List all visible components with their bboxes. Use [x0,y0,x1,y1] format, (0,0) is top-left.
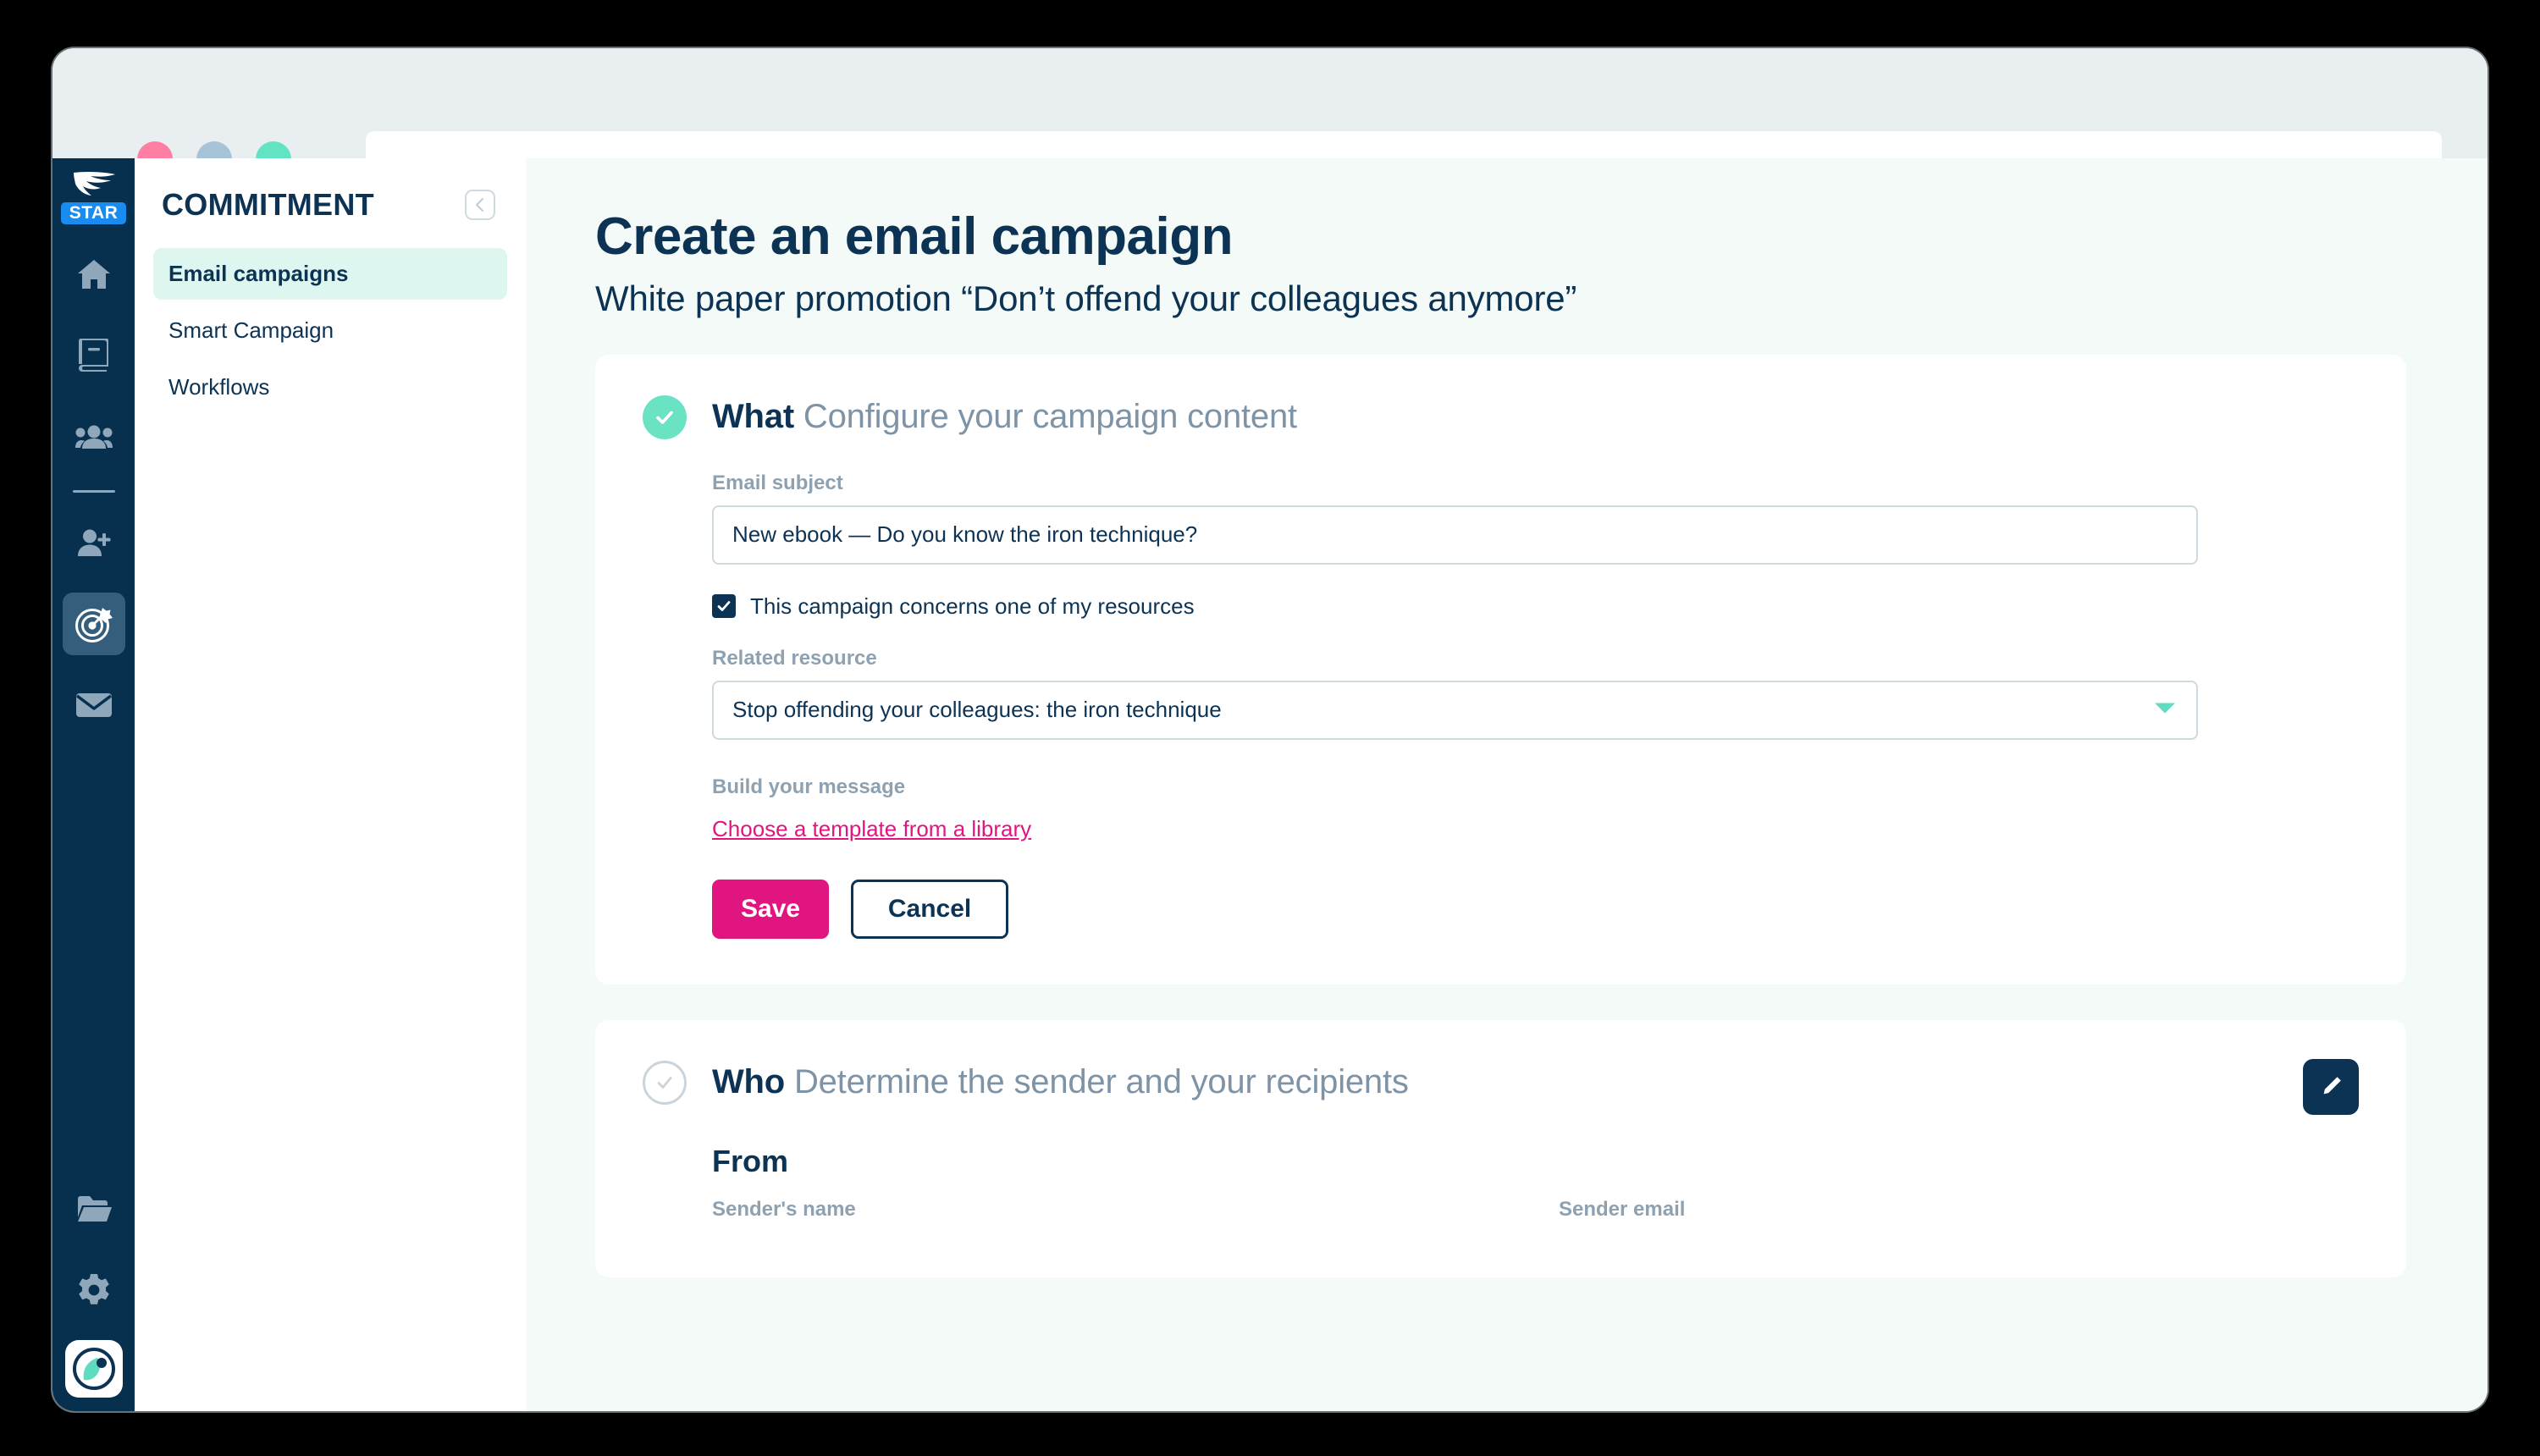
sidebar-item-email-campaigns[interactable]: Email campaigns [153,248,507,300]
gear-icon [78,1274,109,1304]
rail-item-contacts[interactable] [63,405,125,468]
who-card-header: Who Determine the sender and your recipi… [643,1060,2359,1105]
rail-item-files[interactable] [63,1177,125,1240]
check-icon [656,411,673,424]
rail-item-add-contact[interactable] [63,511,125,574]
what-step-description: Configure your campaign content [803,398,1297,436]
app-body: STAR COMMITMENT Email campaigns Smart Ca… [52,158,2488,1411]
resource-checkbox[interactable] [712,594,736,619]
who-card-body: From Sender's name Sender email [643,1144,2359,1232]
who-step-label: Who [712,1063,786,1101]
what-step-label: What [712,398,794,436]
build-message-block: Build your message Choose a template fro… [712,775,2359,842]
edit-who-button[interactable] [2303,1058,2359,1115]
rail-item-settings[interactable] [63,1259,125,1321]
who-card-title: Who Determine the sender and your recipi… [712,1063,1409,1101]
what-card-body: Email subject This campaign concerns one… [643,472,2359,939]
brand-block[interactable]: STAR [52,158,135,224]
rail-item-home[interactable] [63,243,125,306]
email-subject-input[interactable] [712,505,2198,565]
from-grid: Sender's name Sender email [712,1198,2359,1232]
related-resource-select-wrap [712,680,2198,740]
rail-divider [72,490,115,493]
avatar[interactable] [64,1340,123,1398]
related-resource-select[interactable] [712,680,2198,740]
resource-checkbox-row[interactable]: This campaign concerns one of my resourc… [712,593,2359,620]
check-icon [717,601,731,612]
email-subject-label: Email subject [712,471,843,494]
sender-name-column: Sender's name [712,1198,1559,1232]
sender-email-column: Sender email [1559,1198,1685,1232]
from-section-title: From [712,1143,788,1178]
what-card: What Configure your campaign content Ema… [595,354,2406,984]
mail-icon [75,693,112,717]
related-resource-label: Related resource [712,646,877,670]
who-card: Who Determine the sender and your recipi… [595,1019,2406,1277]
step-status-badge-done [643,394,687,439]
home-icon [77,260,110,289]
resource-checkbox-label: This campaign concerns one of my resourc… [750,593,1195,619]
avatar-icon [72,1348,115,1390]
page-subtitle: White paper promotion “Don’t offend your… [595,278,1577,318]
who-step-description: Determine the sender and your recipients [793,1063,1409,1101]
cancel-button[interactable]: Cancel [851,879,1009,939]
browser-chrome [52,48,2488,189]
rail-item-mail[interactable] [63,674,125,736]
pencil-icon [2323,1076,2341,1095]
logo-icon [73,171,115,196]
secondary-nav: COMMITMENT Email campaigns Smart Campaig… [135,158,526,1411]
check-icon [657,1076,672,1089]
chevron-left-icon [475,197,484,212]
folder-icon [77,1196,112,1222]
sender-email-label: Sender email [1559,1197,1686,1221]
step-status-badge-todo [643,1060,687,1105]
sidebar-item-label: Email campaigns [168,261,349,286]
secondary-nav-title: COMMITMENT [162,187,374,222]
star-badge: STAR [60,202,127,224]
sidebar-item-smart-campaign[interactable]: Smart Campaign [153,305,507,356]
collapse-sidebar-button[interactable] [465,190,495,220]
book-icon [78,339,108,372]
page-title: Create an email campaign [595,207,1233,266]
choose-template-link[interactable]: Choose a template from a library [712,816,1031,842]
build-message-label: Build your message [712,775,906,798]
what-card-actions: Save Cancel [712,879,2359,939]
sidebar-item-label: Smart Campaign [168,317,334,343]
sidebar-item-workflows[interactable]: Workflows [153,361,507,413]
primary-icon-rail: STAR [52,158,135,1411]
main-content: Create an email campaign White paper pro… [526,158,2488,1411]
secondary-nav-header: COMMITMENT [153,187,507,223]
rail-item-campaigns[interactable] [62,593,125,655]
rail-item-library[interactable] [63,324,125,387]
target-icon [75,608,113,643]
add-user-icon [77,529,110,556]
what-card-header: What Configure your campaign content [643,394,2359,439]
what-card-title: What Configure your campaign content [712,398,1297,436]
sidebar-item-label: Workflows [168,374,270,400]
sender-name-label: Sender's name [712,1197,856,1221]
save-button[interactable]: Save [712,879,830,939]
browser-window: STAR COMMITMENT Email campaigns Smart Ca… [52,48,2488,1411]
rail-bottom-group [52,1159,135,1398]
people-icon [75,425,113,449]
